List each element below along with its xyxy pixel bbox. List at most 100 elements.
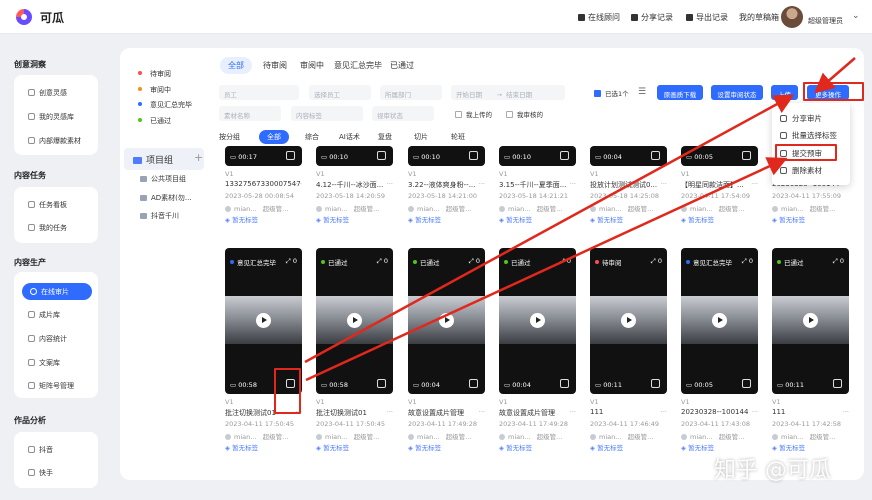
select-checkbox[interactable] xyxy=(651,379,660,388)
header-nav-share-records[interactable]: 分享记录 xyxy=(631,12,673,23)
category-shift[interactable]: 轮班 xyxy=(443,130,473,144)
select-checkbox[interactable] xyxy=(469,151,478,160)
video-card[interactable]: 已通过 ⤢ 0 ▭ 00:04 V1 故意设置成片管理 ··· 2023-04-11 … xyxy=(499,248,576,458)
header-nav-export-records[interactable]: 导出记录 xyxy=(686,12,728,23)
status-filter-summarized[interactable]: 意见汇总完毕 xyxy=(138,100,192,110)
upload-button[interactable]: 上传 xyxy=(771,85,798,100)
more-icon[interactable]: ··· xyxy=(661,408,667,416)
my-reviews-checkbox[interactable]: 我审核的 xyxy=(506,109,543,119)
menu-item-delete-material[interactable]: 删除素材 xyxy=(780,165,822,176)
content-tag-select[interactable]: 内容标签 xyxy=(291,106,363,121)
video-card[interactable]: 已通过 ⤢ 0 ▭ 00:58 V1 批注切换测试01 ··· 2023-04-11 … xyxy=(316,248,393,458)
sidebar-item-finished-library[interactable]: 成片库 xyxy=(28,310,60,320)
play-icon[interactable] xyxy=(347,313,362,328)
header-nav-drafts[interactable]: 我的草稿箱 xyxy=(739,12,779,23)
select-employee-filter[interactable]: 选择员工 xyxy=(309,85,371,100)
tab-pending[interactable]: 待审阅 xyxy=(255,57,295,74)
material-name-input[interactable]: 素材名称 xyxy=(219,106,281,121)
video-thumbnail[interactable]: ▭ 00:04 xyxy=(590,146,667,166)
video-card[interactable]: ▭ 00:10 V1 4.12--千川--冰沙面... ··· 2023-05-1… xyxy=(316,146,393,234)
select-checkbox[interactable] xyxy=(833,379,842,388)
more-icon[interactable]: ··· xyxy=(479,180,485,188)
sidebar-item-matrix-accounts[interactable]: 矩阵号管理 xyxy=(28,381,74,391)
select-checkbox[interactable] xyxy=(469,379,478,388)
project-group-header[interactable]: 项目组 + xyxy=(124,148,204,170)
sidebar-item-online-review[interactable]: 在线审片 xyxy=(22,283,92,300)
tab-approved[interactable]: 已通过 xyxy=(382,57,422,74)
selected-count[interactable]: 已选1个 xyxy=(594,88,629,98)
my-uploads-checkbox[interactable]: 我上传的 xyxy=(455,109,492,119)
more-icon[interactable]: ··· xyxy=(570,408,576,416)
employee-filter[interactable]: 员工 xyxy=(219,85,299,100)
video-card[interactable]: ▭ 00:17 V1 13327567330007547 ··· 2023-05-… xyxy=(225,146,302,234)
select-checkbox[interactable] xyxy=(286,151,295,160)
video-card[interactable]: ▭ 00:10 V1 3.22--液体爽身粉--... ··· 2023-05-1… xyxy=(408,146,485,234)
select-checkbox[interactable] xyxy=(742,379,751,388)
video-thumbnail[interactable]: 待审阅 ⤢ 0 ▭ 00:11 xyxy=(590,248,667,394)
video-thumbnail[interactable]: 已通过 ⤢ 0 ▭ 00:04 xyxy=(499,248,576,394)
video-card[interactable]: ▭ 00:05 V1 【明星同款洁面】... ··· 2023-04-11 17:… xyxy=(681,146,758,234)
more-icon[interactable]: ··· xyxy=(843,408,849,416)
select-checkbox[interactable] xyxy=(742,151,751,160)
sidebar-item-copy-library[interactable]: 文案库 xyxy=(28,358,60,368)
folder-item[interactable]: AD素材(勿... xyxy=(140,193,192,203)
category-ai-script[interactable]: AI话术 xyxy=(331,130,368,144)
category-review[interactable]: 复盘 xyxy=(370,130,400,144)
video-card[interactable]: 已通过 ⤢ 0 ▭ 00:04 V1 故意设置成片管理 ··· 2023-04-11 … xyxy=(408,248,485,458)
list-view-icon[interactable]: ☰ xyxy=(638,87,646,97)
date-range-picker[interactable]: 开始日期 → 结束日期 xyxy=(451,85,565,100)
select-checkbox[interactable] xyxy=(377,151,386,160)
download-original-button[interactable]: 原画质下载 xyxy=(657,85,703,100)
select-checkbox[interactable] xyxy=(560,379,569,388)
video-card[interactable]: 待审阅 ⤢ 0 ▭ 00:11 V1 111 ··· 2023-04-11 17:46… xyxy=(590,248,667,458)
sidebar-item-task-board[interactable]: 任务看板 xyxy=(28,200,67,210)
sidebar-item-content-stats[interactable]: 内容统计 xyxy=(28,334,67,344)
video-thumbnail[interactable]: 已通过 ⤢ 0 ▭ 00:58 xyxy=(316,248,393,394)
play-icon[interactable] xyxy=(439,313,454,328)
more-icon[interactable]: ··· xyxy=(296,180,302,188)
more-icon[interactable]: ··· xyxy=(387,408,393,416)
sidebar-item-kuaishou[interactable]: 快手 xyxy=(28,468,53,478)
set-review-status-button[interactable]: 设置审阅状态 xyxy=(711,85,763,100)
play-icon[interactable] xyxy=(530,313,545,328)
more-icon[interactable]: ··· xyxy=(479,408,485,416)
menu-item-batch-tag[interactable]: 批量选择标签 xyxy=(780,130,837,141)
play-icon[interactable] xyxy=(803,313,818,328)
category-general[interactable]: 综合 xyxy=(297,130,327,144)
play-icon[interactable] xyxy=(256,313,271,328)
video-thumbnail[interactable]: 意见汇总完毕 ⤢ 0 ▭ 00:05 xyxy=(681,248,758,394)
tab-summarized[interactable]: 意见汇总完毕 xyxy=(326,57,390,74)
video-card[interactable]: 意见汇总完毕 ⤢ 0 ▭ 00:58 V1 批注切换测试01 ··· 2023-04-… xyxy=(225,248,302,458)
video-thumbnail[interactable]: ▭ 00:17 xyxy=(225,146,302,166)
video-thumbnail[interactable]: ▭ 00:10 xyxy=(408,146,485,166)
select-checkbox[interactable] xyxy=(651,151,660,160)
more-icon[interactable]: ··· xyxy=(570,180,576,188)
review-status-select[interactable]: 视审状态 xyxy=(372,106,434,121)
status-filter-approved[interactable]: 已通过 xyxy=(138,116,171,126)
select-checkbox[interactable] xyxy=(560,151,569,160)
video-thumbnail[interactable]: ▭ 00:05 xyxy=(681,146,758,166)
category-all[interactable]: 全部 xyxy=(259,130,289,144)
video-thumbnail[interactable]: 已通过 ⤢ 0 ▭ 00:11 xyxy=(772,248,849,394)
folder-item[interactable]: 抖音千川 xyxy=(140,211,179,221)
sidebar-item-my-tasks[interactable]: 我的任务 xyxy=(28,223,67,233)
video-thumbnail[interactable]: ▭ 00:10 xyxy=(316,146,393,166)
more-icon[interactable]: ··· xyxy=(752,408,758,416)
video-card[interactable]: ▭ 00:10 V1 3.15--千川--夏季面... ··· 2023-05-1… xyxy=(499,146,576,234)
menu-item-share-review[interactable]: 分享审片 xyxy=(780,113,822,124)
header-nav-advisor[interactable]: 在线顾问 xyxy=(578,12,620,23)
chevron-down-icon[interactable]: ⌄ xyxy=(852,11,860,21)
select-checkbox[interactable] xyxy=(377,379,386,388)
video-card[interactable]: 意见汇总完毕 ⤢ 0 ▭ 00:05 V1 20230328--100144 ··· … xyxy=(681,248,758,458)
sidebar-item-my-inspiration[interactable]: 我的灵感库 xyxy=(28,112,74,122)
add-project-button[interactable]: + xyxy=(194,151,203,164)
category-clips[interactable]: 切片 xyxy=(406,130,436,144)
more-icon[interactable]: ··· xyxy=(752,180,758,188)
department-select[interactable]: 所属部门 xyxy=(380,85,442,100)
status-filter-reviewing[interactable]: 审阅中 xyxy=(138,85,171,95)
play-icon[interactable] xyxy=(712,313,727,328)
video-thumbnail[interactable]: 已通过 ⤢ 0 ▭ 00:04 xyxy=(408,248,485,394)
video-card[interactable]: ▭ 00:04 V1 投放计划测试测试0... ··· 2023-05-18 14… xyxy=(590,146,667,234)
sidebar-item-hot-materials[interactable]: 内部爆款素材 xyxy=(28,136,81,146)
sidebar-item-inspiration[interactable]: 创意灵感 xyxy=(28,88,67,98)
